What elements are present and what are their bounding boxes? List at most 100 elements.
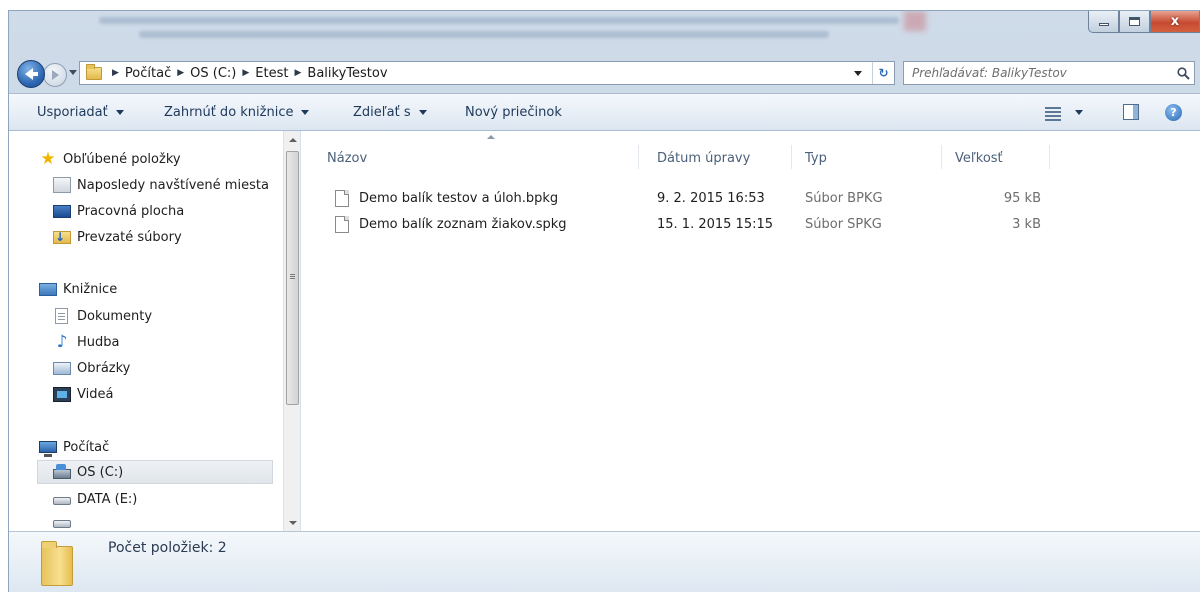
scroll-down-button[interactable] (284, 514, 300, 531)
nav-label: Prevzaté súbory (77, 229, 182, 245)
column-header-modified[interactable]: Dátum úpravy (657, 145, 750, 171)
nav-label: Pracovná plocha (77, 203, 185, 219)
column-divider[interactable] (791, 145, 792, 169)
blurred-title-overlay (139, 31, 829, 38)
pictures-icon (53, 361, 71, 375)
preview-pane-icon[interactable] (1123, 104, 1139, 120)
back-button[interactable] (17, 60, 45, 88)
share-menu[interactable]: Zdieľať s (353, 94, 427, 130)
downloads-icon (53, 230, 71, 244)
nav-videos[interactable]: Videá (53, 382, 113, 406)
forward-arrow-icon (51, 70, 59, 80)
breadcrumb-separator-icon[interactable]: ▶ (242, 68, 249, 78)
minimize-button[interactable] (1088, 11, 1119, 33)
explorer-window: x ▶ Počítač ▶ OS (C:) ▶ Etest ▶ BalikyTe… (8, 10, 1200, 592)
nav-favorites[interactable]: ★ Obľúbené položky (39, 147, 180, 171)
views-icon[interactable] (1045, 105, 1061, 121)
command-bar: Usporiadať Zahrnúť do knižnice Zdieľať s… (9, 93, 1200, 131)
documents-icon (55, 308, 68, 324)
file-list: Názov Dátum úpravy Typ Veľkosť Demo balí… (301, 131, 1200, 531)
nav-label: Naposledy navštívené miesta (77, 177, 269, 193)
recent-places-icon (53, 177, 71, 193)
help-icon[interactable]: ? (1165, 104, 1182, 121)
folder-large-icon (41, 541, 73, 586)
forward-button[interactable] (43, 63, 67, 87)
file-modified: 9. 2. 2015 16:53 (657, 190, 765, 206)
nav-desktop[interactable]: Pracovná plocha (53, 199, 184, 223)
column-header-name[interactable]: Názov (327, 145, 367, 171)
address-dropdown-icon[interactable] (854, 70, 862, 76)
maximize-button[interactable] (1119, 11, 1150, 33)
breadcrumb-balikytestov[interactable]: BalikyTestov (307, 66, 387, 81)
scroll-thumb[interactable] (286, 151, 299, 405)
nav-music[interactable]: ♪ Hudba (53, 330, 120, 354)
nav-documents[interactable]: Dokumenty (53, 304, 152, 328)
nav-label: Obrázky (77, 360, 131, 376)
nav-libraries[interactable]: Knižnice (39, 277, 117, 301)
grip-icon (290, 274, 295, 275)
nav-label: Videá (77, 386, 114, 402)
nav-scrollbar[interactable] (283, 131, 300, 531)
navigation-row: ▶ Počítač ▶ OS (C:) ▶ Etest ▶ BalikyTest… (9, 57, 1200, 88)
nav-downloads[interactable]: Prevzaté súbory (53, 225, 182, 249)
nav-label: Knižnice (63, 281, 118, 297)
item-count: Počet položiek: 2 (108, 540, 227, 556)
title-bar: x (9, 11, 1200, 51)
file-size: 95 kB (1003, 190, 1041, 206)
nav-drive-c[interactable]: OS (C:) (37, 460, 273, 484)
file-name: Demo balík zoznam žiakov.spkg (359, 216, 567, 232)
views-dropdown-icon[interactable] (1075, 110, 1083, 115)
search-input[interactable] (912, 66, 1172, 80)
blurred-title-overlay (99, 17, 899, 24)
arrow-down-icon (288, 520, 297, 525)
file-name-cell: Demo balík zoznam žiakov.spkg (335, 211, 567, 237)
file-size: 3 kB (1012, 216, 1041, 232)
blurred-overlay (904, 11, 926, 31)
file-row[interactable]: Demo balík zoznam žiakov.spkg 15. 1. 201… (321, 211, 1041, 237)
nav-label: Hudba (77, 334, 120, 350)
back-arrow-icon (25, 68, 38, 80)
nav-pictures[interactable]: Obrázky (53, 356, 130, 380)
new-folder-label: Nový priečinok (465, 104, 562, 120)
column-header-size[interactable]: Veľkosť (955, 145, 1003, 171)
new-folder-button[interactable]: Nový priečinok (465, 94, 562, 130)
file-row[interactable]: Demo balík testov a úloh.bpkg 9. 2. 2015… (321, 185, 1041, 211)
breadcrumb-etest[interactable]: Etest (255, 66, 288, 81)
organize-menu[interactable]: Usporiadať (37, 94, 124, 130)
breadcrumb-drive-c[interactable]: OS (C:) (190, 66, 236, 81)
nav-label: DATA (E:) (77, 491, 138, 507)
breadcrumb-separator-icon[interactable]: ▶ (294, 68, 301, 78)
include-in-library-menu[interactable]: Zahrnúť do knižnice (164, 94, 310, 130)
column-divider[interactable] (941, 145, 942, 169)
file-icon (335, 215, 349, 233)
drive-os-icon (53, 464, 71, 479)
file-modified: 15. 1. 2015 15:15 (657, 216, 774, 232)
search-icon[interactable] (1172, 66, 1194, 80)
breadcrumb-computer[interactable]: Počítač (125, 66, 171, 81)
share-label: Zdieľať s (353, 104, 411, 120)
column-header-type[interactable]: Typ (805, 145, 827, 171)
search-box[interactable] (903, 61, 1195, 85)
recent-pages-dropdown[interactable] (69, 70, 77, 75)
file-name-cell: Demo balík testov a úloh.bpkg (335, 185, 558, 211)
column-divider[interactable] (638, 145, 639, 169)
nav-recent-places[interactable]: Naposledy navštívené miesta (53, 173, 269, 197)
nav-computer[interactable]: Počítač (39, 435, 109, 459)
scroll-up-button[interactable] (284, 131, 300, 148)
maximize-icon (1129, 17, 1140, 26)
libraries-icon (39, 282, 57, 296)
nav-drive-e[interactable]: DATA (E:) (53, 487, 137, 511)
file-type: Súbor BPKG (805, 190, 883, 206)
breadcrumb-separator-icon[interactable]: ▶ (177, 68, 184, 78)
caption-buttons: x (1088, 11, 1200, 33)
star-icon: ★ (40, 149, 56, 169)
breadcrumb-separator-icon[interactable]: ▶ (112, 68, 119, 78)
address-bar[interactable]: ▶ Počítač ▶ OS (C:) ▶ Etest ▶ BalikyTest… (79, 61, 895, 85)
sort-ascending-icon (487, 135, 495, 139)
computer-icon (39, 441, 57, 457)
close-button[interactable]: x (1150, 11, 1200, 33)
nav-network-drive-partial[interactable] (53, 515, 77, 529)
refresh-button[interactable]: ↻ (872, 62, 894, 84)
desktop-icon (53, 205, 71, 218)
column-divider[interactable] (1049, 145, 1050, 169)
